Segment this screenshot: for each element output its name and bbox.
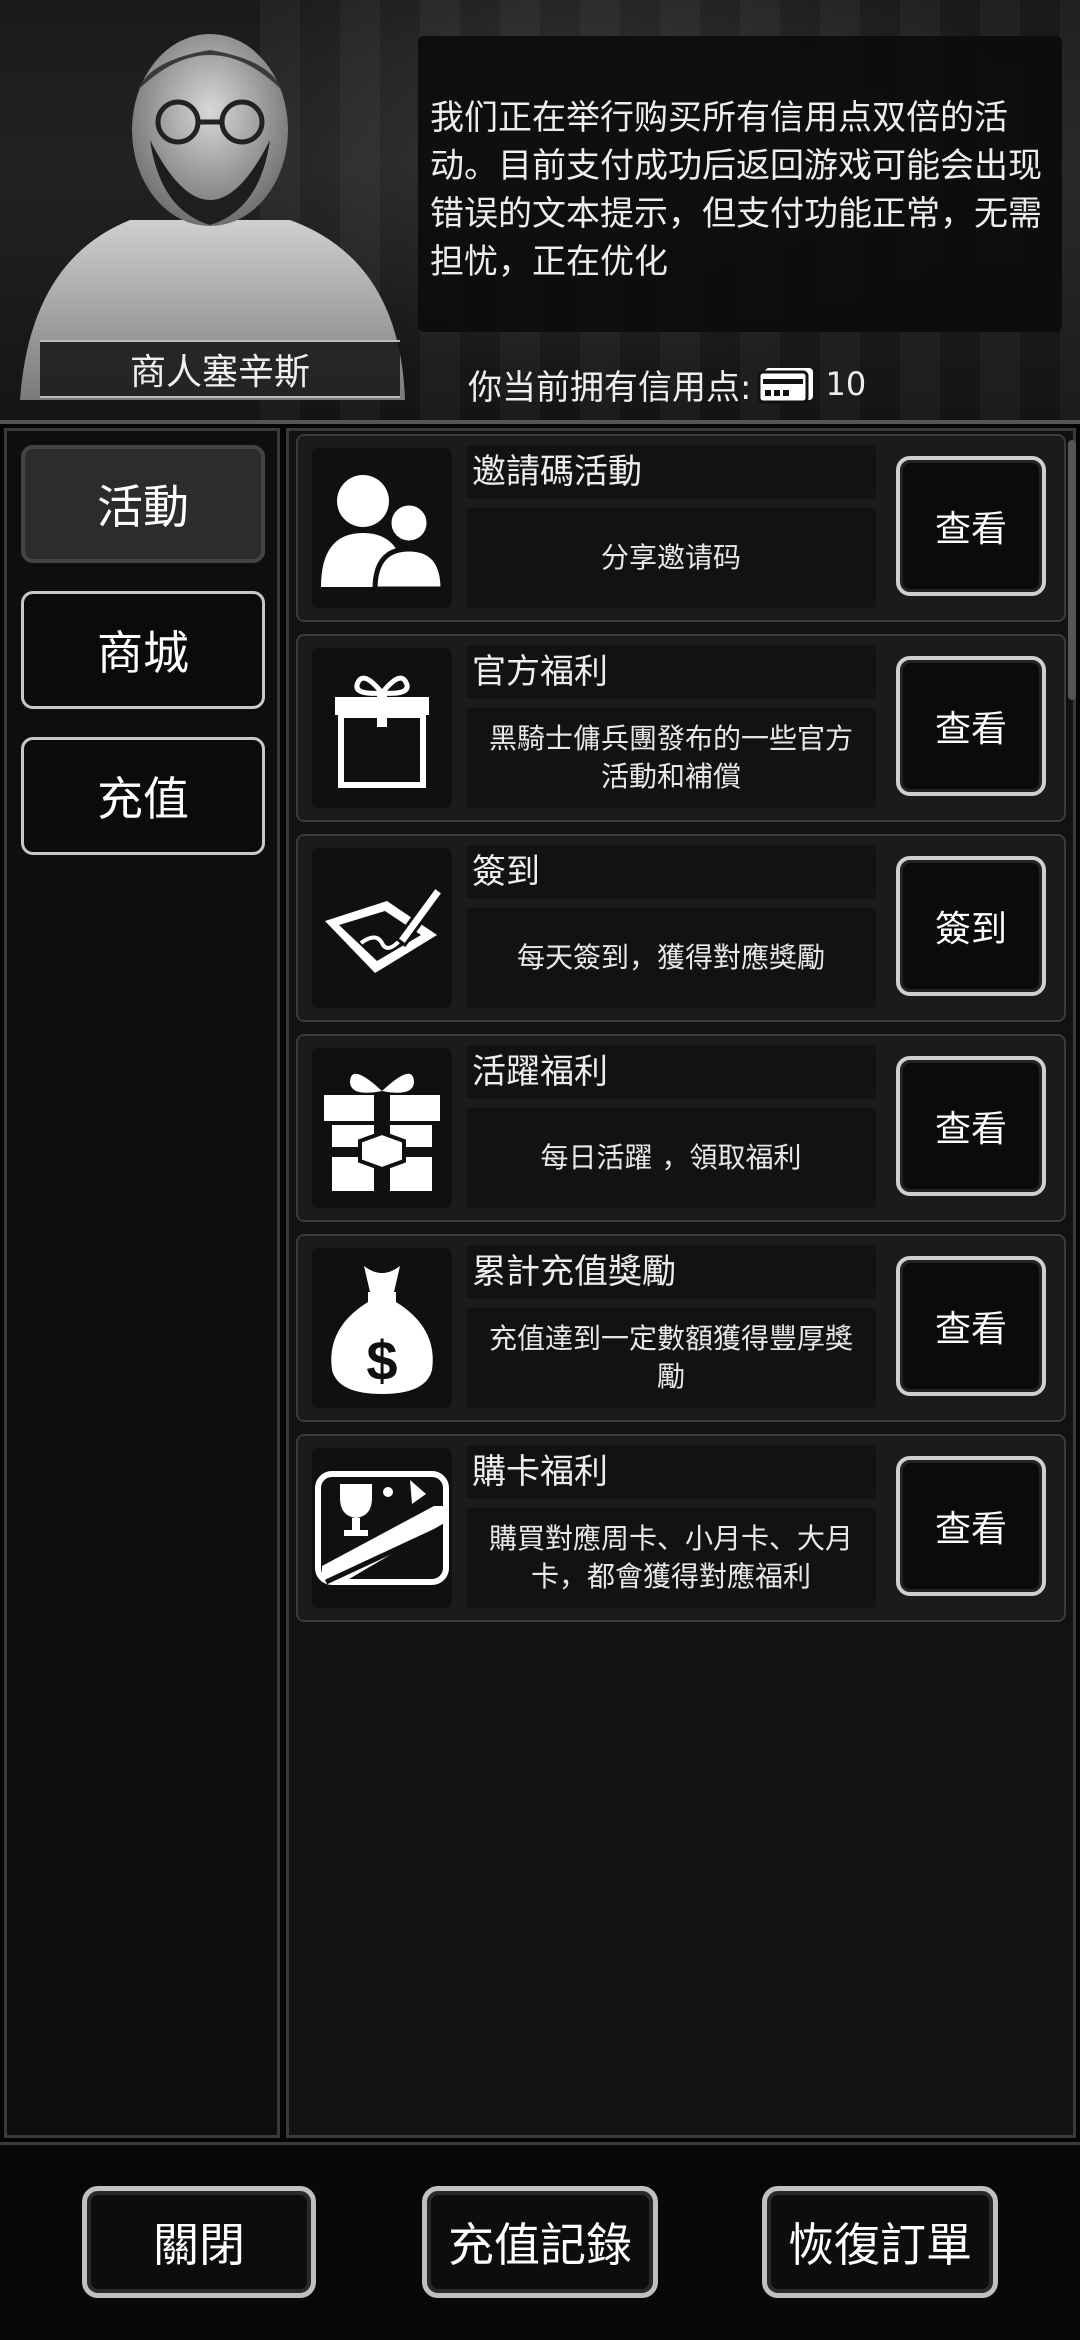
- item-title: 購卡福利: [466, 1446, 876, 1498]
- item-description: 分享邀请码: [466, 508, 876, 608]
- item-title: 活躍福利: [466, 1046, 876, 1098]
- view-button[interactable]: 查看: [896, 456, 1046, 596]
- item-title: 官方福利: [466, 646, 876, 698]
- list-item-cumulative-recharge: $ 累計充值獎勵 充值達到一定數額獲得豐厚獎勵 查看: [296, 1234, 1066, 1422]
- item-title: 邀請碼活動: [466, 446, 876, 498]
- view-button[interactable]: 查看: [896, 1256, 1046, 1396]
- view-button[interactable]: 查看: [896, 656, 1046, 796]
- list-item-invite-code: 邀請碼活動 分享邀请码 查看: [296, 434, 1066, 622]
- list-item-card-purchase: 購卡福利 購買對應周卡、小月卡、大月卡，都會獲得對應福利 查看: [296, 1434, 1066, 1622]
- recharge-history-button[interactable]: 充值記錄: [422, 2186, 658, 2298]
- list-item-sign-in: 簽到 每天簽到，獲得對應獎勵 簽到: [296, 834, 1066, 1022]
- money-bag-icon: $: [312, 1248, 452, 1408]
- sign-in-button[interactable]: 簽到: [896, 856, 1046, 996]
- view-button[interactable]: 查看: [896, 1056, 1046, 1196]
- sidebar-item-activities[interactable]: 活動: [21, 445, 265, 563]
- credits-label: 你当前拥有信用点:: [468, 367, 752, 408]
- item-description: 每天簽到，獲得對應獎勵: [466, 908, 876, 1008]
- sidebar-item-shop[interactable]: 商城: [21, 591, 265, 709]
- credits-value: 10: [825, 365, 867, 403]
- merchant-nameplate: 商人塞辛斯: [40, 340, 400, 398]
- sidebar-item-recharge[interactable]: 充值: [21, 737, 265, 855]
- list-item-official-benefits: 官方福利 黑騎士傭兵團發布的一些官方活動和補償 查看: [296, 634, 1066, 822]
- credit-card-icon: [757, 368, 814, 404]
- trophy-card-icon: [312, 1448, 452, 1608]
- close-button[interactable]: 關閉: [82, 2186, 316, 2298]
- credits-display: 你当前拥有信用点: 10: [468, 356, 866, 412]
- notice-text: 我们正在举行购买所有信用点双倍的活动。目前支付成功后返回游戏可能会出现错误的文本…: [418, 36, 1062, 332]
- scrollbar[interactable]: [1068, 440, 1076, 700]
- item-description: 每日活躍 ，領取福利: [466, 1108, 876, 1208]
- gift-icon: [312, 1048, 452, 1208]
- svg-text:$: $: [366, 1329, 397, 1392]
- list-item-active-benefits: 活躍福利 每日活躍 ，領取福利 查看: [296, 1034, 1066, 1222]
- item-title: 累計充值獎勵: [466, 1246, 876, 1298]
- sidebar: 活動 商城 充值: [4, 428, 280, 2138]
- item-description: 購買對應周卡、小月卡、大月卡，都會獲得對應福利: [466, 1508, 876, 1608]
- view-button[interactable]: 查看: [896, 1456, 1046, 1596]
- item-description: 黑騎士傭兵團發布的一些官方活動和補償: [466, 708, 876, 808]
- item-title: 簽到: [466, 846, 876, 898]
- item-description: 充值達到一定數額獲得豐厚獎勵: [466, 1308, 876, 1408]
- tablet-pen-icon: [312, 848, 452, 1008]
- users-icon: [312, 448, 452, 608]
- restore-orders-button[interactable]: 恢復訂單: [762, 2186, 998, 2298]
- header-divider: [0, 420, 1080, 424]
- package-icon: [312, 648, 452, 808]
